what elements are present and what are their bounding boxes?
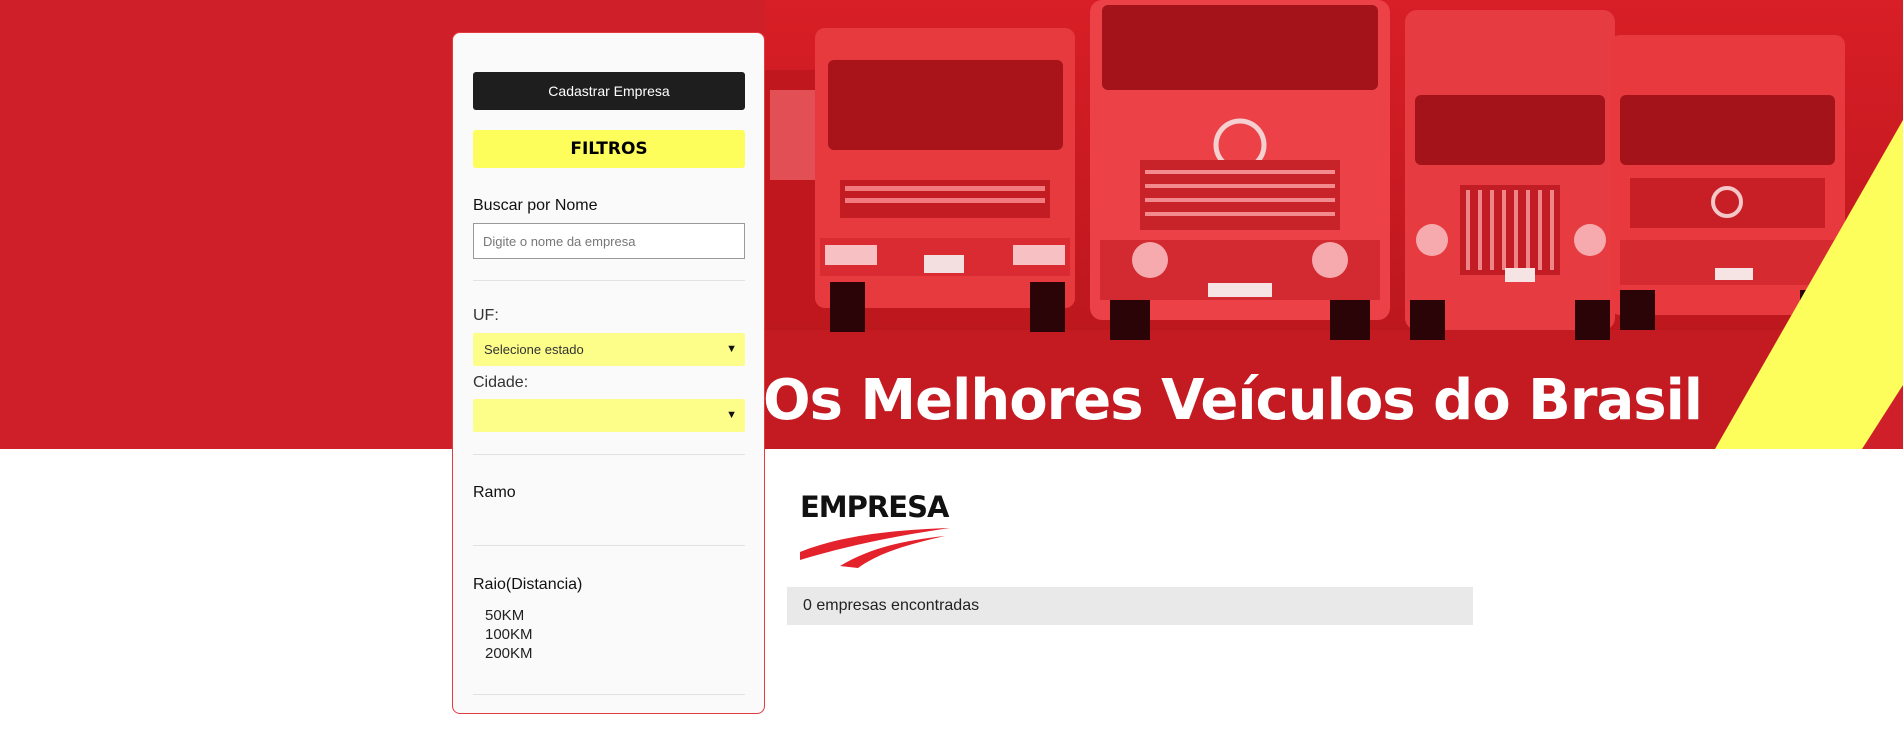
hero-title: Os Melhores Veículos do Brasil [763, 368, 1703, 433]
results-count: 0 empresas encontradas [787, 587, 1473, 625]
company-name-input[interactable] [473, 223, 745, 259]
city-label: Cidade: [473, 374, 529, 391]
radius-option-100km[interactable]: 100KM [485, 626, 533, 643]
uf-select-value: Selecione estado [484, 342, 584, 357]
radius-label: Raio(Distancia) [473, 576, 583, 593]
logo-swoosh-icon [800, 528, 950, 568]
branch-label: Ramo [473, 484, 516, 501]
divider [473, 694, 745, 695]
divider [473, 280, 745, 281]
uf-select[interactable]: Selecione estado ▼ [473, 333, 745, 366]
city-select[interactable]: ▼ [473, 399, 745, 432]
radius-option-200km[interactable]: 200KM [485, 645, 533, 662]
hero-banner: Os Melhores Veículos do Brasil [0, 0, 1903, 449]
search-name-label: Buscar por Nome [473, 197, 598, 214]
filter-panel: Cadastrar Empresa FILTROS Buscar por Nom… [452, 32, 765, 714]
caret-down-icon: ▼ [726, 343, 737, 355]
register-company-button[interactable]: Cadastrar Empresa [473, 72, 745, 110]
divider [473, 545, 745, 546]
divider [473, 454, 745, 455]
radius-option-50km[interactable]: 50KM [485, 607, 524, 624]
uf-label: UF: [473, 307, 499, 324]
caret-down-icon: ▼ [726, 409, 737, 421]
logo-text: EMPRESA [800, 490, 949, 524]
filters-button[interactable]: FILTROS [473, 130, 745, 168]
